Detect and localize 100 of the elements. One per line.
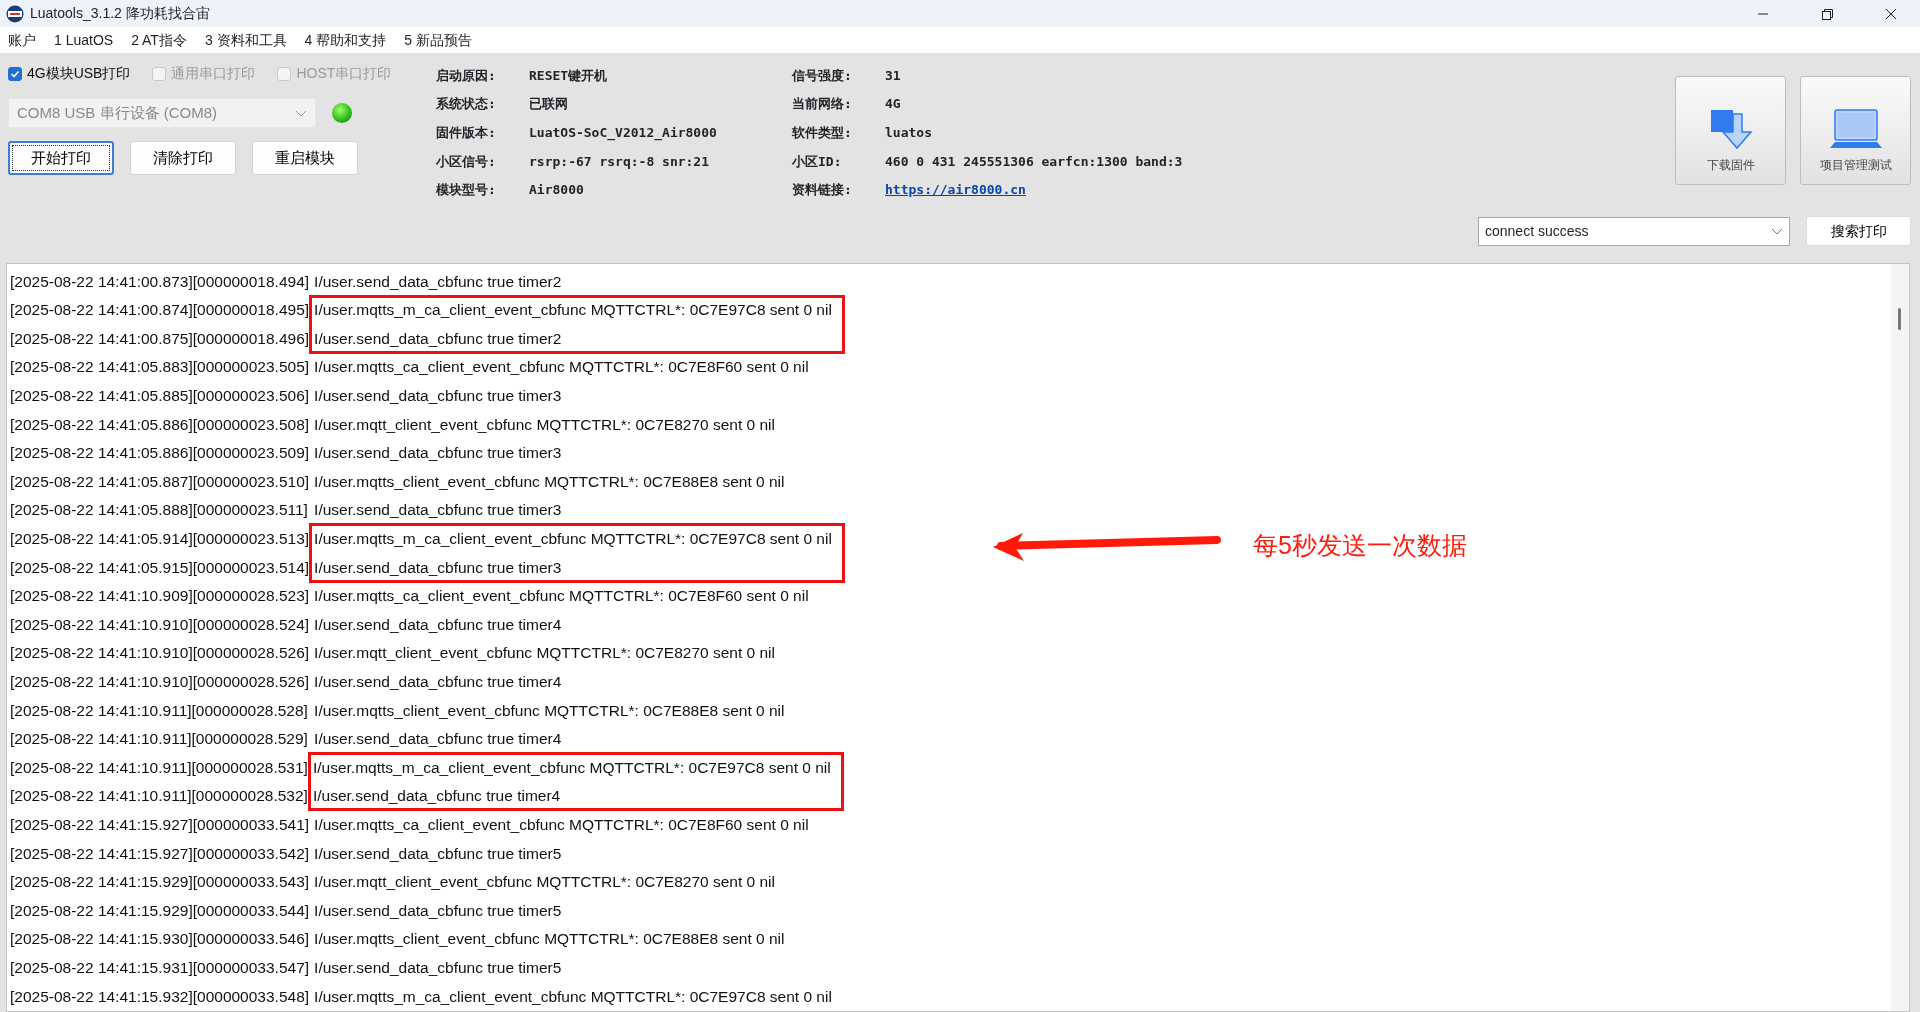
log-timestamp: [2025-08-22 14:41:05.887][000000023.510] [10,471,310,492]
log-timestamp: [2025-08-22 14:41:15.927][000000033.542] [10,843,310,864]
log-message: I/user.send_data_cbfunc true timer4 [314,672,562,692]
log-message: I/user.send_data_cbfunc true timer4 [314,729,562,750]
close-icon[interactable] [1884,6,1898,21]
log-message: I/user.send_data_cbfunc true timer3 [314,557,562,578]
restore-icon[interactable] [1820,6,1834,21]
info-label: 系统状态: [436,95,497,114]
log-message: I/user.send_data_cbfunc true timer2 [314,328,562,349]
log-timestamp: [2025-08-22 14:41:05.886][000000023.508] [10,414,310,435]
log-message: I/user.send_data_cbfunc true timer4 [314,614,562,635]
log-timestamp: [2025-08-22 14:41:15.929][000000033.544] [10,900,310,921]
log-timestamp: [2025-08-22 14:41:05.914][000000023.513] [10,529,310,549]
action-button[interactable]: 开始打印 [8,141,114,175]
checkbox-label: HOST串口打印 [296,64,392,83]
log-timestamp: [2025-08-22 14:41:15.930][000000033.546] [10,929,310,950]
info-value: 460 0 431 245551306 earfcn:1300 band:3 [885,152,1183,171]
chevron-down-icon [295,109,307,117]
scrollbar[interactable] [1891,264,1909,1011]
filter-dropdown[interactable]: connect success [1478,216,1790,246]
log-timestamp: [2025-08-22 14:41:10.910][000000028.526] [10,643,310,664]
tool-button[interactable]: 下载固件 [1675,76,1786,185]
log-timestamp: [2025-08-22 14:41:05.888][000000023.511] [10,500,309,521]
search-print-button[interactable]: 搜索打印 [1806,216,1911,246]
laptop-icon [1827,108,1884,150]
log-message: I/user.send_data_cbfunc true timer3 [314,443,562,464]
annotation-text: 每5秒发送一次数据 [1253,530,1467,562]
log-message: I/user.send_data_cbfunc true timer2 [314,271,562,292]
info-value: LuatOS-SoC_V2012_Air8000 [529,123,717,143]
log-message: I/user.send_data_cbfunc true timer5 [314,957,562,978]
log-message: I/user.mqtts_m_ca_client_event_cbfunc MQTTCTRL*: 0C7E97C8 sent 0 nil [314,986,832,1007]
log-message: I/user.mqtts_m_ca_client_event_cbfunc MQTTCTRL*: 0C7E97C8 sent 0 nil [312,757,831,778]
menu-item[interactable]: 5 新品预告 [404,29,472,51]
info-label: 资料链接: [792,181,853,200]
log-timestamp: [2025-08-22 14:41:05.883][000000023.505] [10,357,310,378]
info-value: 已联网 [529,95,568,114]
info-value: luatos [885,123,932,142]
menu-item[interactable]: 账户 [8,29,36,51]
info-label: 小区信号: [436,152,497,171]
menu-item[interactable]: 1 LuatOS [54,29,114,51]
info-link[interactable]: https://air8000.cn [885,180,1026,200]
info-label: 小区ID: [792,152,843,171]
log-timestamp: [2025-08-22 14:41:00.875][000000018.496] [10,328,310,349]
log-timestamp: [2025-08-22 14:41:05.886][000000023.509] [10,443,310,464]
info-value: Air8000 [529,181,584,200]
log-message: I/user.send_data_cbfunc true timer5 [314,900,562,921]
tool-button[interactable]: 项目管理测试 [1800,76,1911,185]
window-title: Luatools_3.1.2 降功耗找合宙 [30,4,211,23]
menu-item[interactable]: 4 帮助和支持 [304,29,387,51]
checkmark-icon [10,68,20,79]
log-message: I/user.send_data_cbfunc true timer4 [312,786,561,807]
log-message: I/user.send_data_cbfunc true timer5 [314,843,562,864]
log-timestamp: [2025-08-22 14:41:10.910][000000028.526] [10,672,310,692]
log-message: I/user.mqtt_client_event_cbfunc MQTTCTRL*: 0C7E8270 sent 0 nil [314,872,775,893]
log-message: I/user.mqtt_client_event_cbfunc MQTTCTRL*: 0C7E8270 sent 0 nil [314,414,775,435]
action-button[interactable]: 重启模块 [252,141,358,175]
log-timestamp: [2025-08-22 14:41:10.911][000000028.531] [10,757,308,778]
menu-item[interactable]: 3 资料和工具 [204,29,287,51]
info-label: 启动原因: [436,66,497,85]
menu-item[interactable]: 2 AT指令 [131,29,187,51]
log-timestamp: [2025-08-22 14:41:00.873][000000018.494] [10,271,310,292]
chevron-down-icon [1771,227,1783,235]
log-message: I/user.mqtts_ca_client_event_cbfunc MQTTCTRL*: 0C7E8F60 sent 0 nil [314,586,809,607]
log-timestamp: [2025-08-22 14:41:15.927][000000033.541] [10,814,310,835]
log-message: I/user.mqtts_client_event_cbfunc MQTTCTRL*: 0C7E88E8 sent 0 nil [314,700,785,721]
log-timestamp: [2025-08-22 14:41:15.929][000000033.543] [10,872,310,893]
log-message: I/user.mqtts_client_event_cbfunc MQTTCTRL*: 0C7E88E8 sent 0 nil [314,471,785,492]
info-value: 31 [885,66,901,85]
log-timestamp: [2025-08-22 14:41:10.909][000000028.523] [10,586,310,607]
info-label: 信号强度: [792,66,853,85]
checkbox-label: 4G模块USB打印 [27,64,131,83]
log-message: I/user.mqtts_ca_client_event_cbfunc MQTTCTRL*: 0C7E8F60 sent 0 nil [314,357,809,378]
action-button[interactable]: 清除打印 [130,141,236,175]
log-timestamp: [2025-08-22 14:41:10.911][000000028.532] [10,786,308,807]
info-label: 当前网络: [792,95,853,114]
info-label: 固件版本: [436,123,497,142]
log-timestamp: [2025-08-22 14:41:10.911][000000028.528] [10,700,309,721]
info-value: rsrp:-67 rsrq:-8 snr:21 [529,152,709,171]
log-message: I/user.mqtts_ca_client_event_cbfunc MQTTCTRL*: 0C7E8F60 sent 0 nil [314,814,809,835]
download-arrow-icon [1708,108,1753,150]
log-timestamp: [2025-08-22 14:41:15.932][000000033.548] [10,986,310,1007]
info-label: 软件类型: [792,123,853,142]
log-timestamp: [2025-08-22 14:41:05.885][000000023.506] [10,386,310,407]
checkbox[interactable] [8,66,22,81]
log-timestamp: [2025-08-22 14:41:00.874][000000018.495] [10,300,310,321]
log-timestamp: [2025-08-22 14:41:10.910][000000028.524] [10,614,310,635]
log-timestamp: [2025-08-22 14:41:15.931][000000033.547] [10,957,310,978]
log-timestamp: [2025-08-22 14:41:05.915][000000023.514] [10,557,310,578]
log-message: I/user.send_data_cbfunc true timer3 [314,500,562,521]
scrollbar-thumb[interactable] [1898,308,1901,330]
log-message: I/user.mqtt_client_event_cbfunc MQTTCTRL*: 0C7E8270 sent 0 nil [314,643,775,664]
app-logo-icon [6,4,24,23]
info-value: RESET键开机 [529,66,608,85]
log-timestamp: [2025-08-22 14:41:10.911][000000028.529] [10,729,309,750]
checkbox-label: 通用串口打印 [171,64,256,83]
log-message: I/user.mqtts_m_ca_client_event_cbfunc MQTTCTRL*: 0C7E97C8 sent 0 nil [314,529,832,549]
info-value: 4G [885,95,901,114]
info-label: 模块型号: [436,181,497,200]
log-message: I/user.mqtts_client_event_cbfunc MQTTCTRL*: 0C7E88E8 sent 0 nil [314,929,785,950]
log-message: I/user.mqtts_m_ca_client_event_cbfunc MQTTCTRL*: 0C7E97C8 sent 0 nil [314,300,832,321]
